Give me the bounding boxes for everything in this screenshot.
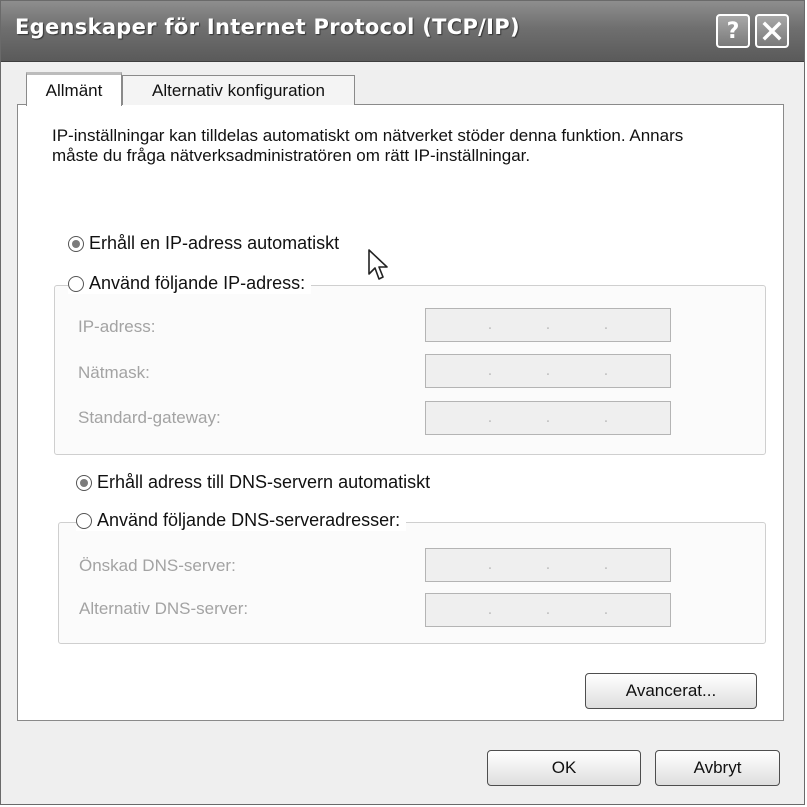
dns-auto-radio-row[interactable]: Erhåll adress till DNS-servern automatis…: [76, 472, 430, 493]
tab-alternate-configuration[interactable]: Alternativ konfiguration: [122, 75, 355, 105]
ip-auto-radio[interactable]: [68, 235, 84, 252]
tcpip-properties-dialog: Egenskaper för Internet Protocol (TCP/IP…: [0, 0, 805, 805]
default-gateway-label: Standard-gateway:: [78, 408, 221, 427]
ip-auto-radio-row[interactable]: Erhåll en IP-adress automatiskt: [68, 233, 339, 254]
subnet-mask-field: ...: [425, 354, 671, 388]
ip-auto-label: Erhåll en IP-adress automatiskt: [89, 233, 340, 253]
ip-address-field: ...: [425, 308, 671, 342]
default-gateway-field: ...: [425, 401, 671, 435]
help-icon: ?: [726, 18, 740, 44]
tab-general-label: Allmänt: [45, 80, 103, 100]
tab-general[interactable]: Allmänt: [26, 72, 122, 106]
window-title: Egenskaper för Internet Protocol (TCP/IP…: [15, 15, 520, 39]
intro-text: IP-inställningar kan tilldelas automatis…: [52, 126, 684, 165]
mouse-pointer-icon: [368, 249, 388, 280]
dns-manual-radio[interactable]: [76, 512, 92, 529]
preferred-dns-field: ...: [425, 548, 671, 582]
subnet-mask-label: Nätmask:: [78, 363, 150, 382]
dns-auto-radio[interactable]: [76, 474, 92, 491]
dns-manual-label: Använd följande DNS-serveradresser:: [97, 510, 401, 530]
advanced-button[interactable]: Avancerat...: [585, 673, 757, 709]
close-button[interactable]: [755, 14, 789, 48]
dns-auto-label: Erhåll adress till DNS-servern automatis…: [97, 472, 431, 492]
ip-address-label: IP-adress:: [78, 317, 156, 336]
close-icon: [762, 21, 782, 41]
ok-button[interactable]: OK: [487, 750, 641, 786]
alternate-dns-field: ...: [425, 593, 671, 627]
ip-manual-radio-row[interactable]: Använd följande IP-adress:: [68, 273, 312, 294]
ip-manual-label: Använd följande IP-adress:: [89, 273, 306, 293]
cancel-button[interactable]: Avbryt: [655, 750, 780, 786]
ip-manual-radio[interactable]: [68, 275, 84, 292]
tab-alternate-configuration-label: Alternativ konfiguration: [152, 80, 325, 100]
dns-manual-radio-row[interactable]: Använd följande DNS-serveradresser:: [76, 510, 407, 531]
help-button[interactable]: ?: [716, 14, 750, 48]
alternate-dns-label: Alternativ DNS-server:: [79, 599, 249, 618]
preferred-dns-label: Önskad DNS-server:: [79, 556, 236, 575]
title-bar[interactable]: Egenskaper för Internet Protocol (TCP/IP…: [1, 1, 804, 62]
